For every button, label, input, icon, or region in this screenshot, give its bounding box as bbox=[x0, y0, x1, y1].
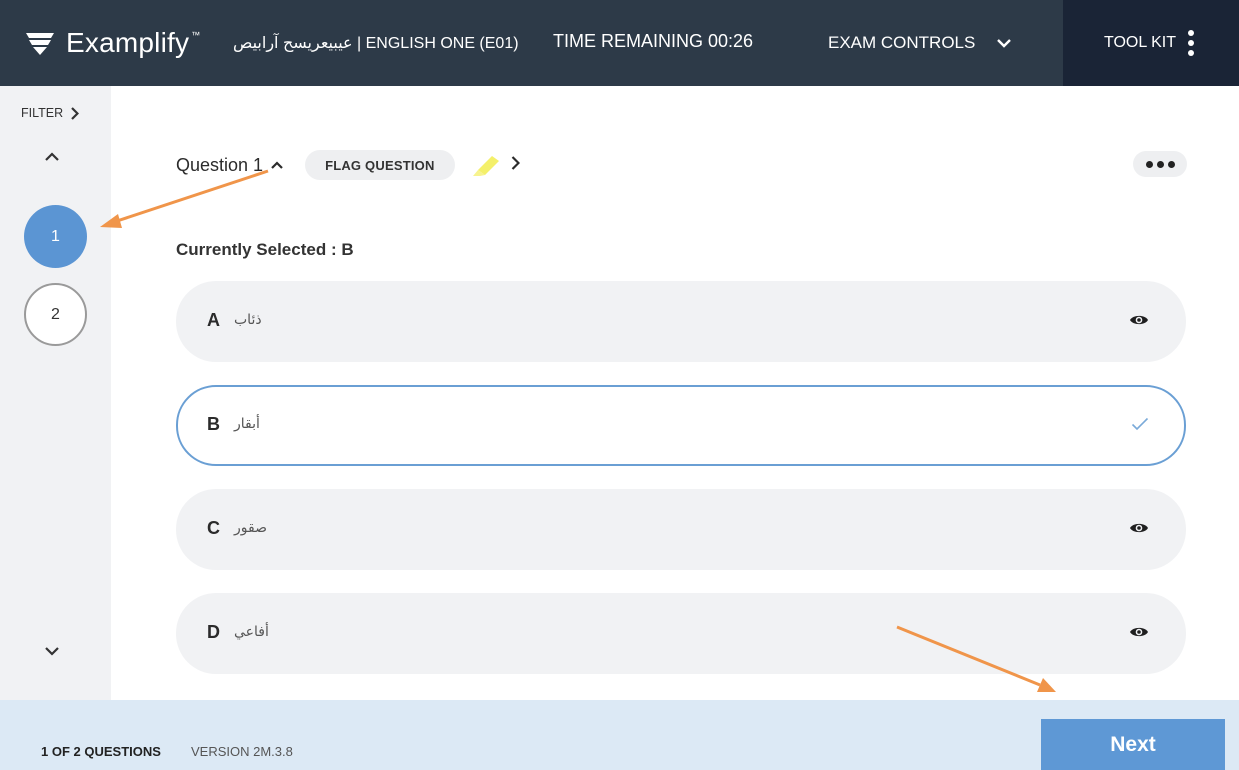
answer-option-d[interactable]: D أفاعي bbox=[176, 593, 1186, 674]
examplify-logo-icon bbox=[26, 33, 54, 55]
highlighter-button[interactable] bbox=[471, 150, 501, 181]
version-label: VERSION 2M.3.8 bbox=[191, 744, 293, 759]
question-nav-1[interactable]: 1 bbox=[24, 205, 87, 268]
question-count: 1 OF 2 QUESTIONS bbox=[41, 744, 161, 759]
option-text: أفاعي bbox=[234, 624, 269, 640]
answer-option-b[interactable]: B أبقار bbox=[176, 385, 1186, 466]
logo-trademark: ™ bbox=[191, 30, 201, 40]
more-dot bbox=[1167, 160, 1175, 168]
toolkit-label: TOOL KIT bbox=[1104, 34, 1177, 51]
chevron-up-icon bbox=[45, 152, 59, 161]
question-nav-2[interactable]: 2 bbox=[24, 283, 87, 346]
exam-controls-dropdown[interactable]: EXAM CONTROLS bbox=[828, 33, 1012, 53]
chevron-down-icon bbox=[997, 38, 1012, 48]
check-icon bbox=[1131, 417, 1149, 436]
next-button[interactable]: Next bbox=[1041, 719, 1225, 770]
eye-icon[interactable] bbox=[1129, 313, 1149, 332]
scroll-down-button[interactable] bbox=[45, 643, 59, 661]
filter-button[interactable]: FILTER bbox=[21, 106, 80, 120]
option-text: أبقار bbox=[234, 416, 260, 432]
exam-controls-label: EXAM CONTROLS bbox=[828, 33, 976, 52]
exam-title: عيبيعريسح آرابيص | ENGLISH ONE (E01) bbox=[233, 35, 519, 52]
more-dot bbox=[1145, 160, 1153, 168]
filter-label: FILTER bbox=[21, 106, 64, 120]
answer-option-c[interactable]: C صقور bbox=[176, 489, 1186, 570]
logo-text: Examplify bbox=[66, 27, 190, 58]
more-dot bbox=[1156, 160, 1164, 168]
kebab-menu-icon bbox=[1188, 30, 1195, 56]
highlighter-icon bbox=[472, 155, 499, 176]
chevron-right-icon bbox=[71, 106, 80, 120]
highlighter-expand-button[interactable] bbox=[511, 155, 520, 175]
question-header: Question 1 FLAG QUESTION bbox=[176, 150, 520, 180]
top-bar: Examplify ™ عيبيعريسح آرابيص | ENGLISH O… bbox=[0, 0, 1239, 86]
option-letter: A bbox=[207, 310, 220, 330]
time-remaining: TIME REMAINING 00:26 bbox=[553, 31, 754, 51]
examplify-logo: Examplify ™ bbox=[26, 26, 200, 60]
eye-icon[interactable] bbox=[1129, 521, 1149, 540]
answer-option-a[interactable]: A ذئاب bbox=[176, 281, 1186, 362]
more-options-button[interactable] bbox=[1133, 151, 1187, 177]
question-title: Question 1 bbox=[176, 154, 264, 175]
chevron-down-icon bbox=[45, 647, 59, 656]
flag-question-button[interactable]: FLAG QUESTION bbox=[305, 150, 455, 180]
toolkit-button[interactable]: TOOL KIT bbox=[1063, 0, 1239, 86]
scroll-up-button[interactable] bbox=[45, 148, 59, 166]
option-text: ذئاب bbox=[234, 312, 262, 328]
footer-bar: 1 OF 2 QUESTIONS VERSION 2M.3.8 Next bbox=[0, 700, 1239, 770]
option-letter: D bbox=[207, 622, 220, 642]
question-sidebar: FILTER 1 2 bbox=[0, 86, 111, 700]
option-text: صقور bbox=[234, 520, 267, 536]
currently-selected-label: Currently Selected : B bbox=[176, 240, 354, 259]
option-letter: B bbox=[207, 414, 220, 434]
chevron-right-icon bbox=[511, 155, 520, 170]
question-title-toggle[interactable]: Question 1 bbox=[176, 155, 283, 176]
chevron-up-icon bbox=[271, 161, 283, 169]
eye-icon[interactable] bbox=[1129, 625, 1149, 644]
option-letter: C bbox=[207, 518, 220, 538]
